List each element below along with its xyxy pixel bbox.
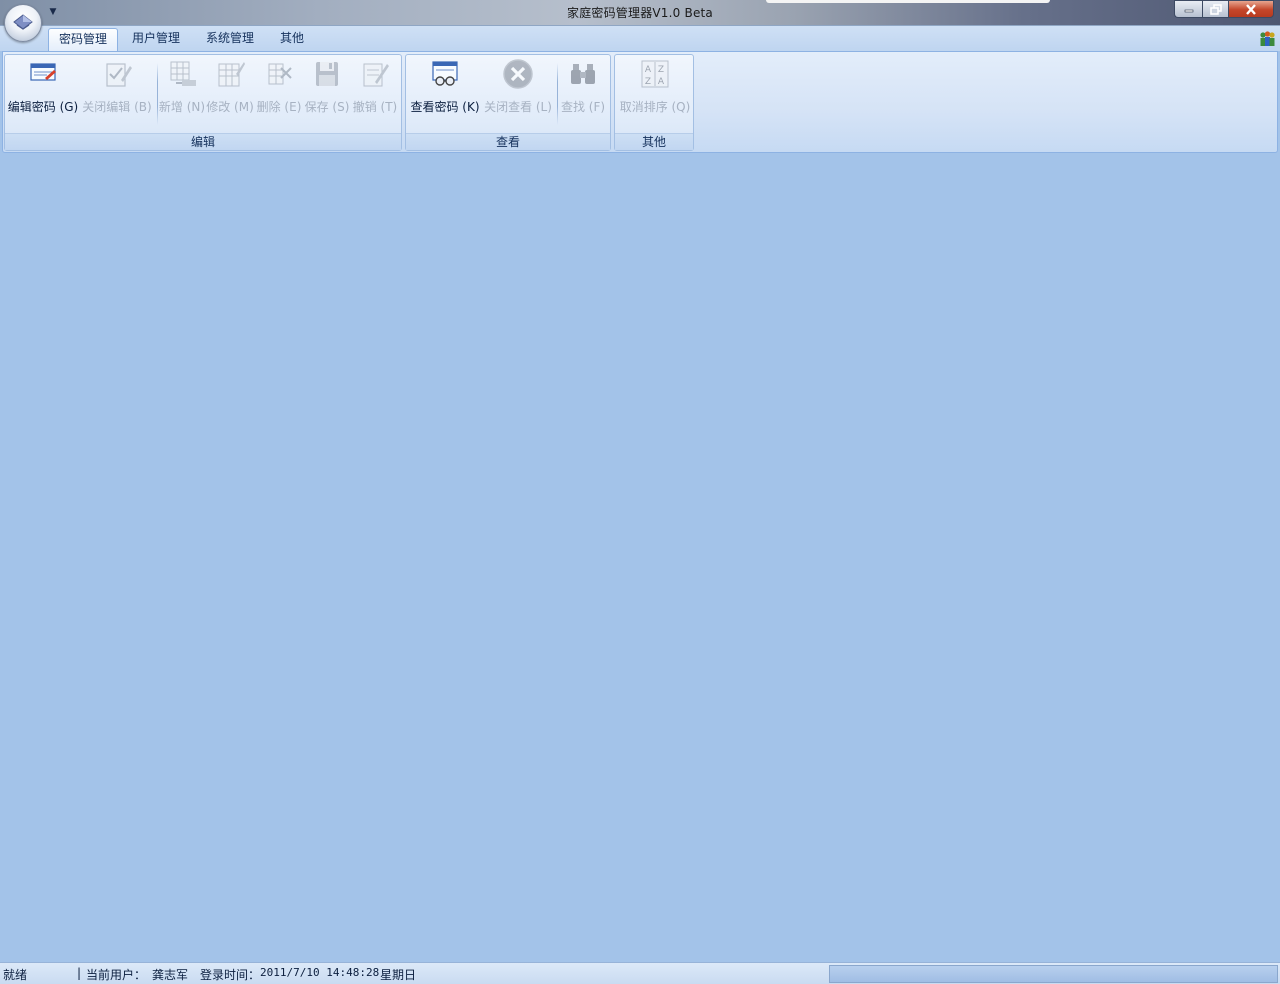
table-edit-icon bbox=[218, 62, 245, 87]
maximize-button[interactable] bbox=[1202, 0, 1228, 18]
add-label: 新增 (N) bbox=[158, 100, 206, 114]
tab-system-management[interactable]: 系统管理 bbox=[196, 28, 264, 51]
ribbon-group-edit: 编辑密码 (G) 关闭编辑 (B) 新增 (N) 修改 (M) 删除 (E) 保… bbox=[4, 54, 402, 151]
minimize-button[interactable] bbox=[1174, 0, 1202, 18]
login-time-value: 2011/7/10 14:48:28 bbox=[260, 966, 380, 979]
close-edit-label: 关闭编辑 (B) bbox=[82, 100, 152, 114]
find-button[interactable]: 查找 (F) bbox=[560, 57, 606, 132]
main-workspace bbox=[0, 154, 1280, 962]
group-label-edit: 编辑 bbox=[5, 133, 401, 150]
tab-label: 其他 bbox=[280, 31, 305, 45]
restore-icon bbox=[1209, 3, 1222, 15]
close-edit-button[interactable]: 关闭编辑 (B) bbox=[81, 57, 153, 132]
status-bar: 就绪 | 当前用户： 龚志军 登录时间： 2011/7/10 14:48:28 … bbox=[0, 962, 1280, 984]
current-user-value: 龚志军 bbox=[152, 968, 189, 982]
view-glasses-icon bbox=[432, 61, 458, 86]
find-label: 查找 (F) bbox=[560, 100, 606, 114]
svg-text:A: A bbox=[658, 77, 665, 87]
undo-pen-icon bbox=[363, 63, 389, 87]
diamond-orb-icon bbox=[13, 14, 33, 30]
view-password-label: 查看密码 (K) bbox=[410, 100, 480, 114]
svg-text:A: A bbox=[645, 65, 652, 75]
binoculars-icon bbox=[571, 64, 595, 84]
chevron-down-icon[interactable]: ▼ bbox=[48, 6, 58, 18]
close-icon bbox=[1246, 3, 1256, 15]
login-time-label: 登录时间： bbox=[200, 968, 261, 982]
modify-button[interactable]: 修改 (M) bbox=[206, 57, 254, 132]
edit-password-label: 编辑密码 (G) bbox=[7, 100, 79, 114]
title-bar: 家庭密码管理器V1.0 Beta ▼ bbox=[0, 0, 1280, 26]
status-separator: | bbox=[77, 966, 82, 980]
ribbon-separator bbox=[557, 63, 558, 125]
window-title: 家庭密码管理器V1.0 Beta bbox=[567, 6, 713, 20]
app-menu-button[interactable] bbox=[4, 4, 42, 42]
tab-label: 系统管理 bbox=[206, 31, 255, 45]
save-button[interactable]: 保存 (S) bbox=[304, 57, 350, 132]
table-add-icon bbox=[170, 61, 196, 86]
weekday-value: 星期日 bbox=[380, 968, 417, 982]
ribbon-panel: 编辑密码 (G) 关闭编辑 (B) 新增 (N) 修改 (M) 删除 (E) 保… bbox=[2, 51, 1278, 153]
edit-password-icon bbox=[30, 63, 56, 81]
add-button[interactable]: 新增 (N) bbox=[158, 57, 206, 132]
view-password-button[interactable]: 查看密码 (K) bbox=[410, 57, 480, 132]
close-button[interactable] bbox=[1228, 0, 1274, 18]
tab-other[interactable]: 其他 bbox=[270, 28, 314, 51]
modify-label: 修改 (M) bbox=[206, 100, 254, 114]
tab-label: 密码管理 bbox=[59, 32, 108, 46]
undo-label: 撤销 (T) bbox=[352, 100, 398, 114]
group-label-view: 查看 bbox=[406, 133, 610, 150]
delete-label: 删除 (E) bbox=[256, 100, 302, 114]
ribbon-separator bbox=[157, 63, 158, 125]
close-circle-icon bbox=[503, 59, 533, 89]
checklist-pen-icon bbox=[106, 63, 132, 87]
tab-password-management[interactable]: 密码管理 bbox=[48, 28, 119, 51]
undo-button[interactable]: 撤销 (T) bbox=[352, 57, 398, 132]
cancel-sort-button[interactable]: A Z Z A 取消排序 (Q) bbox=[619, 57, 691, 132]
delete-button[interactable]: 删除 (E) bbox=[256, 57, 302, 132]
cancel-sort-label: 取消排序 (Q) bbox=[619, 100, 691, 114]
current-user-label: 当前用户： bbox=[86, 968, 147, 982]
svg-text:Z: Z bbox=[658, 65, 664, 75]
users-help-icon[interactable] bbox=[1258, 30, 1276, 48]
status-ready: 就绪 bbox=[3, 968, 28, 982]
status-progress-panel bbox=[829, 965, 1278, 983]
group-label-other: 其他 bbox=[615, 133, 693, 150]
minimize-icon bbox=[1184, 9, 1193, 13]
ribbon-group-other: A Z Z A 取消排序 (Q) 其他 bbox=[614, 54, 694, 151]
svg-text:Z: Z bbox=[645, 77, 651, 87]
ribbon-group-view: 查看密码 (K) 关闭查看 (L) 查找 (F) 查看 bbox=[405, 54, 611, 151]
tab-user-management[interactable]: 用户管理 bbox=[122, 28, 190, 51]
edit-password-button[interactable]: 编辑密码 (G) bbox=[7, 57, 79, 132]
close-view-label: 关闭查看 (L) bbox=[484, 100, 552, 114]
save-label: 保存 (S) bbox=[304, 100, 350, 114]
tab-label: 用户管理 bbox=[132, 31, 181, 45]
sort-az-icon: A Z Z A bbox=[641, 60, 669, 88]
ribbon-tab-strip: 密码管理 用户管理 系统管理 其他 bbox=[0, 26, 1280, 51]
floppy-disk-icon bbox=[316, 62, 338, 86]
window-controls bbox=[1174, 0, 1274, 18]
table-delete-icon bbox=[268, 63, 292, 85]
close-view-button[interactable]: 关闭查看 (L) bbox=[482, 57, 554, 132]
title-bar-highlight bbox=[766, 0, 1050, 3]
